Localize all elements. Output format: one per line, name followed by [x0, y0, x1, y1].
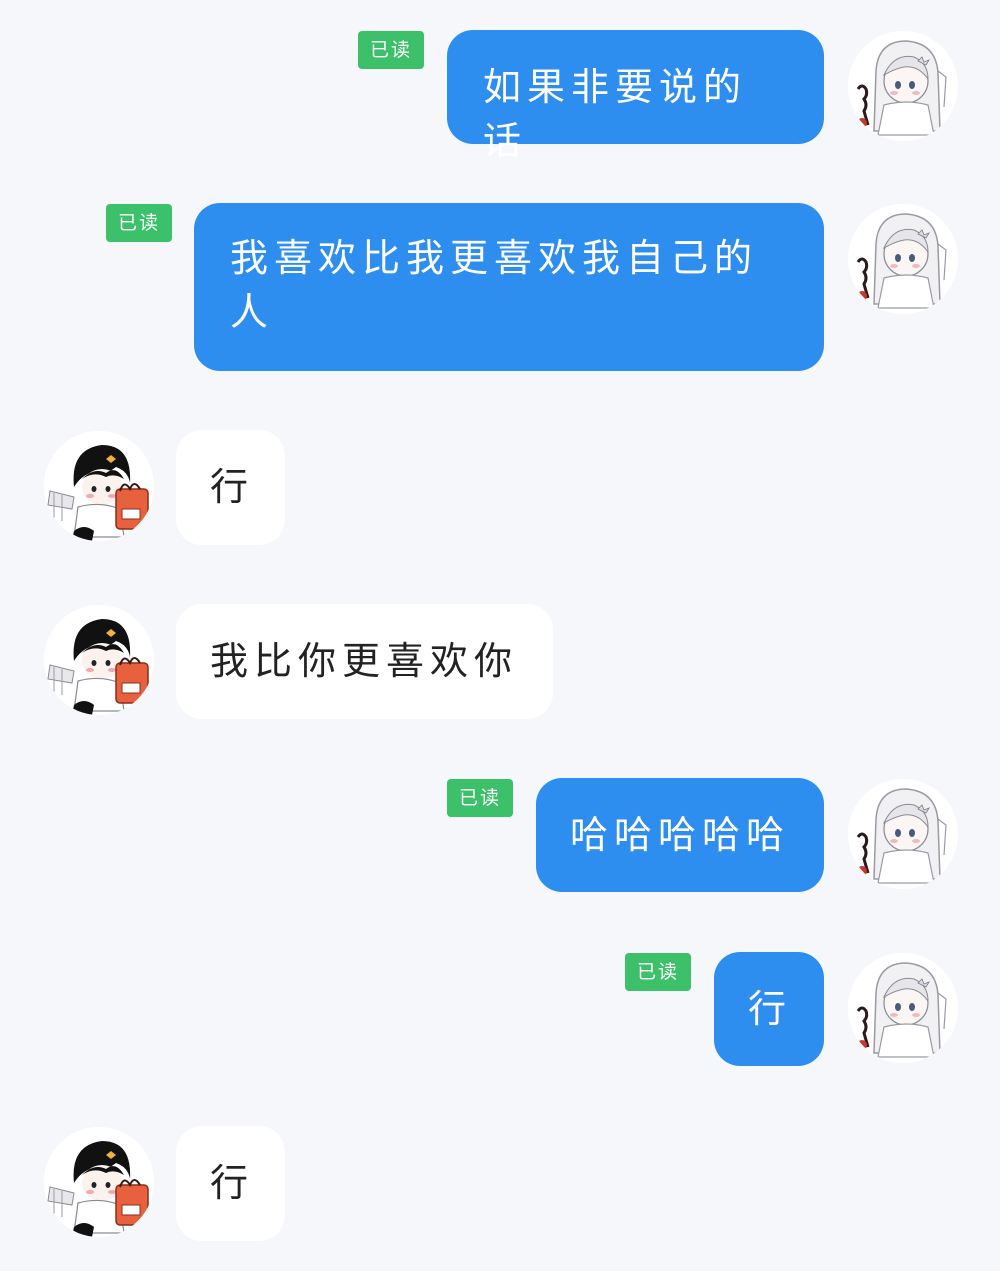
- message-bubble-self[interactable]: 我喜欢比我更喜欢我自己的人: [194, 203, 824, 371]
- read-status-badge: 已读: [358, 31, 424, 69]
- message-bubble-self[interactable]: 行: [714, 952, 824, 1066]
- message-text: 哈哈哈哈哈: [570, 813, 791, 857]
- message-bubble-other[interactable]: 行: [176, 430, 285, 545]
- chat-thread: 已读 如果非要说的话 已读 我喜欢比我更喜欢我自己的人 行 我比你更喜欢你 已读…: [0, 0, 1000, 1271]
- read-status-badge: 已读: [447, 779, 513, 817]
- message-bubble-self[interactable]: 哈哈哈哈哈: [536, 778, 824, 892]
- girl-avatar-icon[interactable]: [848, 953, 958, 1063]
- girl-avatar-icon[interactable]: [848, 31, 958, 141]
- message-text: 我比你更喜欢你: [210, 639, 519, 683]
- girl-avatar-icon[interactable]: [848, 204, 958, 314]
- message-text: 如果非要说的话: [483, 65, 748, 163]
- girl-avatar-icon[interactable]: [848, 779, 958, 889]
- message-bubble-self[interactable]: 如果非要说的话: [447, 30, 824, 163]
- message-text: 行: [748, 987, 793, 1031]
- boy-avatar-icon[interactable]: [44, 1127, 154, 1237]
- read-status-badge: 已读: [106, 204, 172, 242]
- boy-avatar-icon[interactable]: [44, 431, 154, 541]
- boy-avatar-icon[interactable]: [44, 605, 154, 715]
- message-bubble-other[interactable]: 行: [176, 1126, 285, 1241]
- read-status-badge: 已读: [625, 953, 691, 991]
- message-text: 行: [210, 465, 255, 509]
- message-bubble-other[interactable]: 我比你更喜欢你: [176, 604, 553, 719]
- message-text: 行: [210, 1161, 255, 1205]
- message-text: 我喜欢比我更喜欢我自己的人: [230, 236, 759, 334]
